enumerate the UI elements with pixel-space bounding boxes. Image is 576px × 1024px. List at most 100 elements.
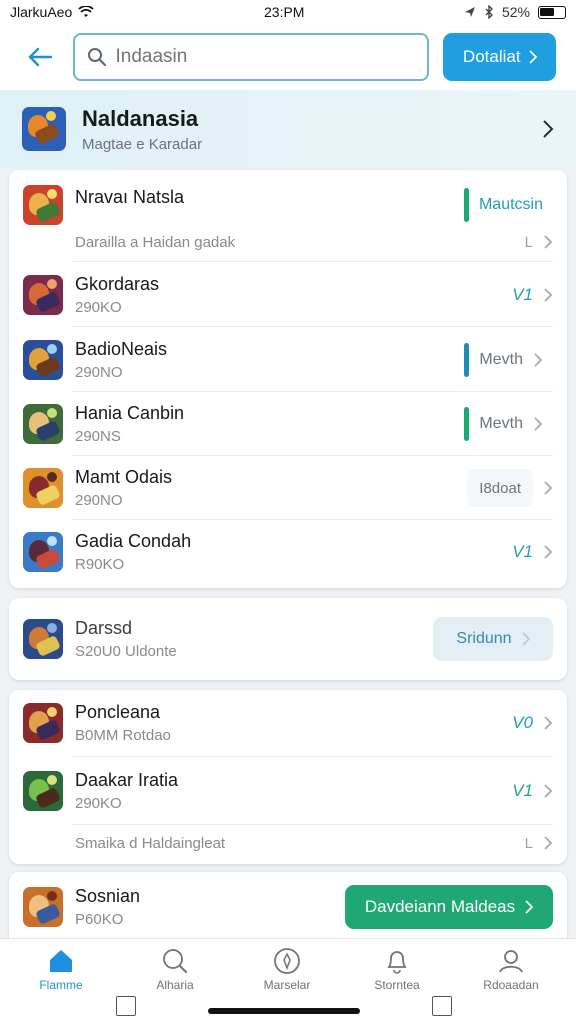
bluetooth-icon — [485, 5, 493, 19]
item-title: BadioNeais — [75, 339, 168, 359]
tab-label: Rdoaadan — [483, 978, 539, 992]
arrow-left-icon — [28, 47, 52, 67]
tab-label: Flamme — [39, 978, 83, 992]
item-action-label: Sridunn — [456, 630, 512, 647]
search-field[interactable] — [73, 33, 430, 81]
download-button[interactable]: Davdeiann Maldeas — [345, 885, 553, 929]
item-title: Sosnian — [75, 886, 141, 906]
item-subtitle: B0MM Rotdao — [75, 727, 171, 744]
app-icon — [23, 185, 63, 225]
divider — [73, 756, 553, 757]
list-item[interactable]: Gkordaras 290KO V1 — [9, 264, 567, 326]
app-icon — [23, 340, 63, 380]
app-icon — [22, 107, 66, 151]
tab-notifications[interactable]: Storntea — [342, 947, 452, 992]
status-tag-label: Mеvth — [479, 351, 523, 368]
status-tag[interactable]: Mеvth — [454, 405, 553, 443]
search-icon — [88, 48, 107, 67]
tab-label: Marselar — [263, 978, 311, 992]
overview-button[interactable] — [116, 996, 136, 1016]
item-title: Darssd — [75, 618, 133, 638]
divider — [73, 391, 553, 392]
item-description: Smaika d Haldaingleat — [75, 834, 226, 852]
user-icon — [499, 950, 523, 973]
top-bar: Dotaliat — [0, 24, 576, 90]
bell-icon — [387, 951, 407, 974]
section-header[interactable]: Naldanasia Magtae e Karadar — [0, 90, 576, 168]
divider — [73, 519, 553, 520]
location-icon — [464, 7, 475, 17]
section-subtitle: Magtae e Karadar — [82, 135, 203, 153]
list-item[interactable]: Darssd S20U0 Uldonte Sridunn — [9, 608, 567, 670]
item-subtitle: S20U0 Uldonte — [75, 643, 177, 660]
count-label: L — [524, 834, 533, 852]
section-title: Naldanasia — [82, 105, 199, 131]
tab-label: Alharia — [156, 978, 194, 992]
chevron-right-icon — [543, 120, 554, 138]
wifi-icon — [78, 6, 94, 17]
divider — [73, 824, 553, 825]
item-subtitle: 290NO — [75, 364, 123, 381]
carrier-label: JlarkuАeo — [10, 4, 73, 20]
list-item[interactable]: Poncleana B0MM Rotdao V0 — [9, 692, 567, 754]
home-icon — [50, 950, 72, 972]
search-icon — [163, 949, 187, 973]
chevron-right-icon — [544, 836, 553, 850]
app-icon — [23, 532, 63, 572]
item-subtitle: 290NS — [75, 428, 121, 445]
list-item[interactable]: Smaika d Haldaingleat L — [9, 826, 567, 860]
chevron-right-icon — [522, 632, 530, 646]
details-button[interactable]: Dotaliat — [443, 33, 556, 81]
promo-card: Sosnian P60KO Davdeiann Maldeas — [9, 872, 567, 938]
tab-search[interactable]: Alharia — [120, 947, 230, 992]
share-button[interactable] — [432, 996, 452, 1016]
list-item[interactable]: BadioNeais 290NO Mеvth — [9, 329, 567, 391]
item-title: Hania Canbin — [75, 403, 185, 423]
list-item[interactable]: Mamt Odais 290NO I8doat — [9, 457, 567, 519]
status-tag[interactable]: Mеvth — [454, 341, 553, 379]
status-tag[interactable]: Mautcsin — [454, 186, 553, 224]
item-subtitle: R90KO — [75, 556, 125, 573]
list-item[interactable]: Sosnian P60KO Davdeiann Maldeas — [9, 876, 567, 938]
status-bar: JlarkuАeo 23:PM 52% — [0, 0, 576, 24]
search-input[interactable] — [115, 46, 416, 68]
app-icon — [23, 404, 63, 444]
item-title: Gadia Condah — [75, 531, 192, 551]
app-icon — [23, 468, 63, 508]
version-badge: V1 — [512, 542, 533, 561]
status-tag-label: Mautcsin — [478, 196, 543, 213]
tab-home[interactable]: Flamme — [6, 947, 116, 992]
list-item[interactable]: Hania Canbin 290NS Mеvth — [9, 393, 567, 455]
list-item[interactable]: Daakar Iratia 290KO V1 — [9, 760, 567, 822]
featured-card: Darssd S20U0 Uldonte Sridunn — [9, 598, 567, 680]
version-badge: V1 — [512, 285, 533, 304]
app-icon — [23, 771, 63, 811]
tab-profile[interactable]: Rdoaadan — [456, 947, 566, 992]
item-description: Darailla a Haidan gadak — [75, 233, 236, 251]
list-item[interactable]: Darailla a Haidan gadak L — [9, 224, 567, 260]
version-badge: V0 — [512, 713, 533, 732]
home-indicator[interactable] — [208, 1008, 360, 1014]
item-title: Nravaı Natsla — [75, 186, 185, 207]
item-action-button[interactable]: I8doat — [467, 469, 533, 507]
list-item[interactable]: Gadia Condah R90KO V1 — [9, 521, 567, 583]
divider — [73, 261, 553, 262]
item-title: Daakar Iratia — [75, 770, 179, 790]
chevron-right-icon — [525, 900, 534, 914]
app-icon — [23, 275, 63, 315]
details-button-label: Dotaliat — [462, 47, 521, 66]
back-button[interactable] — [20, 37, 59, 77]
divider — [73, 455, 553, 456]
app-icon — [23, 619, 63, 659]
item-action-button[interactable]: Sridunn — [433, 617, 553, 661]
item-subtitle: 290NO — [75, 492, 123, 509]
item-subtitle: 290KO — [75, 299, 122, 316]
badge-icon — [274, 948, 300, 974]
version-badge: V1 — [512, 781, 533, 800]
chevron-right-icon — [544, 288, 553, 302]
clock: 23:PM — [264, 4, 305, 20]
tab-marketplace[interactable]: Marselar — [232, 947, 342, 992]
count-label: L — [524, 233, 533, 251]
chevron-right-icon — [534, 417, 543, 431]
download-button-label: Davdeiann Maldeas — [364, 897, 516, 916]
